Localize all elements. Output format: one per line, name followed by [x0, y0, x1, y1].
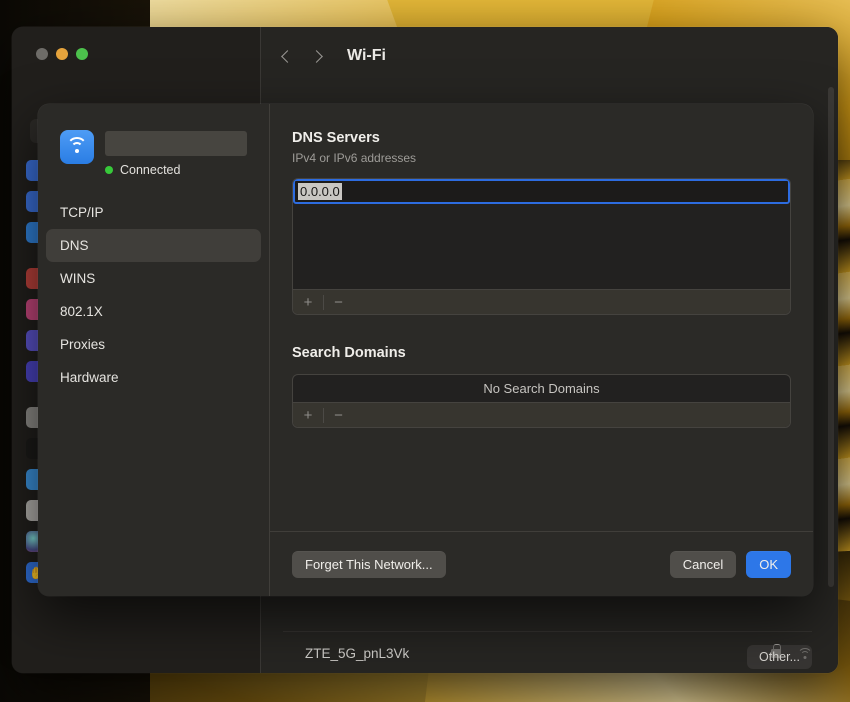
other-network-button[interactable]: Other... [747, 645, 812, 669]
dns-servers-body: 0.0.0.0 [293, 179, 790, 289]
maximize-button[interactable] [76, 48, 88, 60]
nav-item-label: Proxies [60, 337, 106, 352]
window-traffic-lights[interactable] [36, 48, 88, 60]
dns-server-value: 0.0.0.0 [298, 183, 342, 200]
dialog-nav-dns[interactable]: DNS [46, 229, 261, 262]
dns-servers-toolbar: + − [293, 289, 790, 314]
wifi-icon [60, 130, 94, 164]
dialog-nav-hardware[interactable]: Hardware [46, 361, 261, 394]
nav-item-label: TCP/IP [60, 205, 104, 220]
dialog-nav-list: TCP/IP DNS WINS 802.1X Proxies Hardware [38, 196, 269, 394]
remove-search-domain-button[interactable]: − [324, 403, 354, 427]
connection-status: Connected [105, 163, 247, 177]
network-name-redacted [105, 131, 247, 156]
add-search-domain-button[interactable]: + [293, 403, 323, 427]
forget-network-button[interactable]: Forget This Network... [292, 550, 446, 578]
minimize-button[interactable] [56, 48, 68, 60]
dialog-footer: Forget This Network... Cancel OK [270, 531, 813, 596]
dns-server-input[interactable]: 0.0.0.0 [293, 179, 790, 204]
detail-toolbar: Wi-Fi [261, 27, 838, 85]
status-dot [105, 166, 113, 174]
network-name: ZTE_5G_pnL3Vk [305, 646, 410, 661]
search-domains-toolbar: + − [293, 402, 790, 427]
dialog-nav-tcpip[interactable]: TCP/IP [46, 196, 261, 229]
nav-item-label: 802.1X [60, 304, 103, 319]
dialog-nav-proxies[interactable]: Proxies [46, 328, 261, 361]
search-domains-empty: No Search Domains [483, 381, 600, 396]
wifi-details-dialog: Connected TCP/IP DNS WINS 802.1X Proxies… [38, 104, 813, 596]
chevron-left-icon[interactable] [281, 49, 294, 63]
close-button[interactable] [36, 48, 48, 60]
status-label: Connected [120, 163, 181, 177]
network-row[interactable]: ZTE_5G_pnL3Vk [283, 631, 812, 673]
cancel-button[interactable]: Cancel [669, 550, 737, 578]
dialog-network-header: Connected [38, 130, 269, 177]
search-domains-title: Search Domains [292, 345, 406, 361]
dns-servers-list: 0.0.0.0 + − [292, 178, 791, 315]
desktop-wallpaper: Search [0, 0, 850, 702]
dialog-nav-8021x[interactable]: 802.1X [46, 295, 261, 328]
page-title: Wi-Fi [347, 47, 386, 64]
add-dns-server-button[interactable]: + [293, 290, 323, 314]
ok-button[interactable]: OK [746, 550, 791, 578]
nav-item-label: DNS [60, 238, 89, 253]
vertical-scrollbar[interactable] [828, 87, 834, 587]
nav-item-label: WINS [60, 271, 96, 286]
nav-item-label: Hardware [60, 370, 119, 385]
chevron-right-icon[interactable] [310, 49, 323, 63]
dns-servers-subtitle: IPv4 or IPv6 addresses [292, 151, 417, 165]
remove-dns-server-button[interactable]: − [324, 290, 354, 314]
dns-servers-title: DNS Servers [292, 130, 380, 146]
dialog-content: DNS Servers IPv4 or IPv6 addresses 0.0.0… [270, 104, 813, 596]
dialog-sidebar: Connected TCP/IP DNS WINS 802.1X Proxies… [38, 104, 270, 596]
dialog-nav-wins[interactable]: WINS [46, 262, 261, 295]
search-domains-list: No Search Domains + − [292, 374, 791, 428]
